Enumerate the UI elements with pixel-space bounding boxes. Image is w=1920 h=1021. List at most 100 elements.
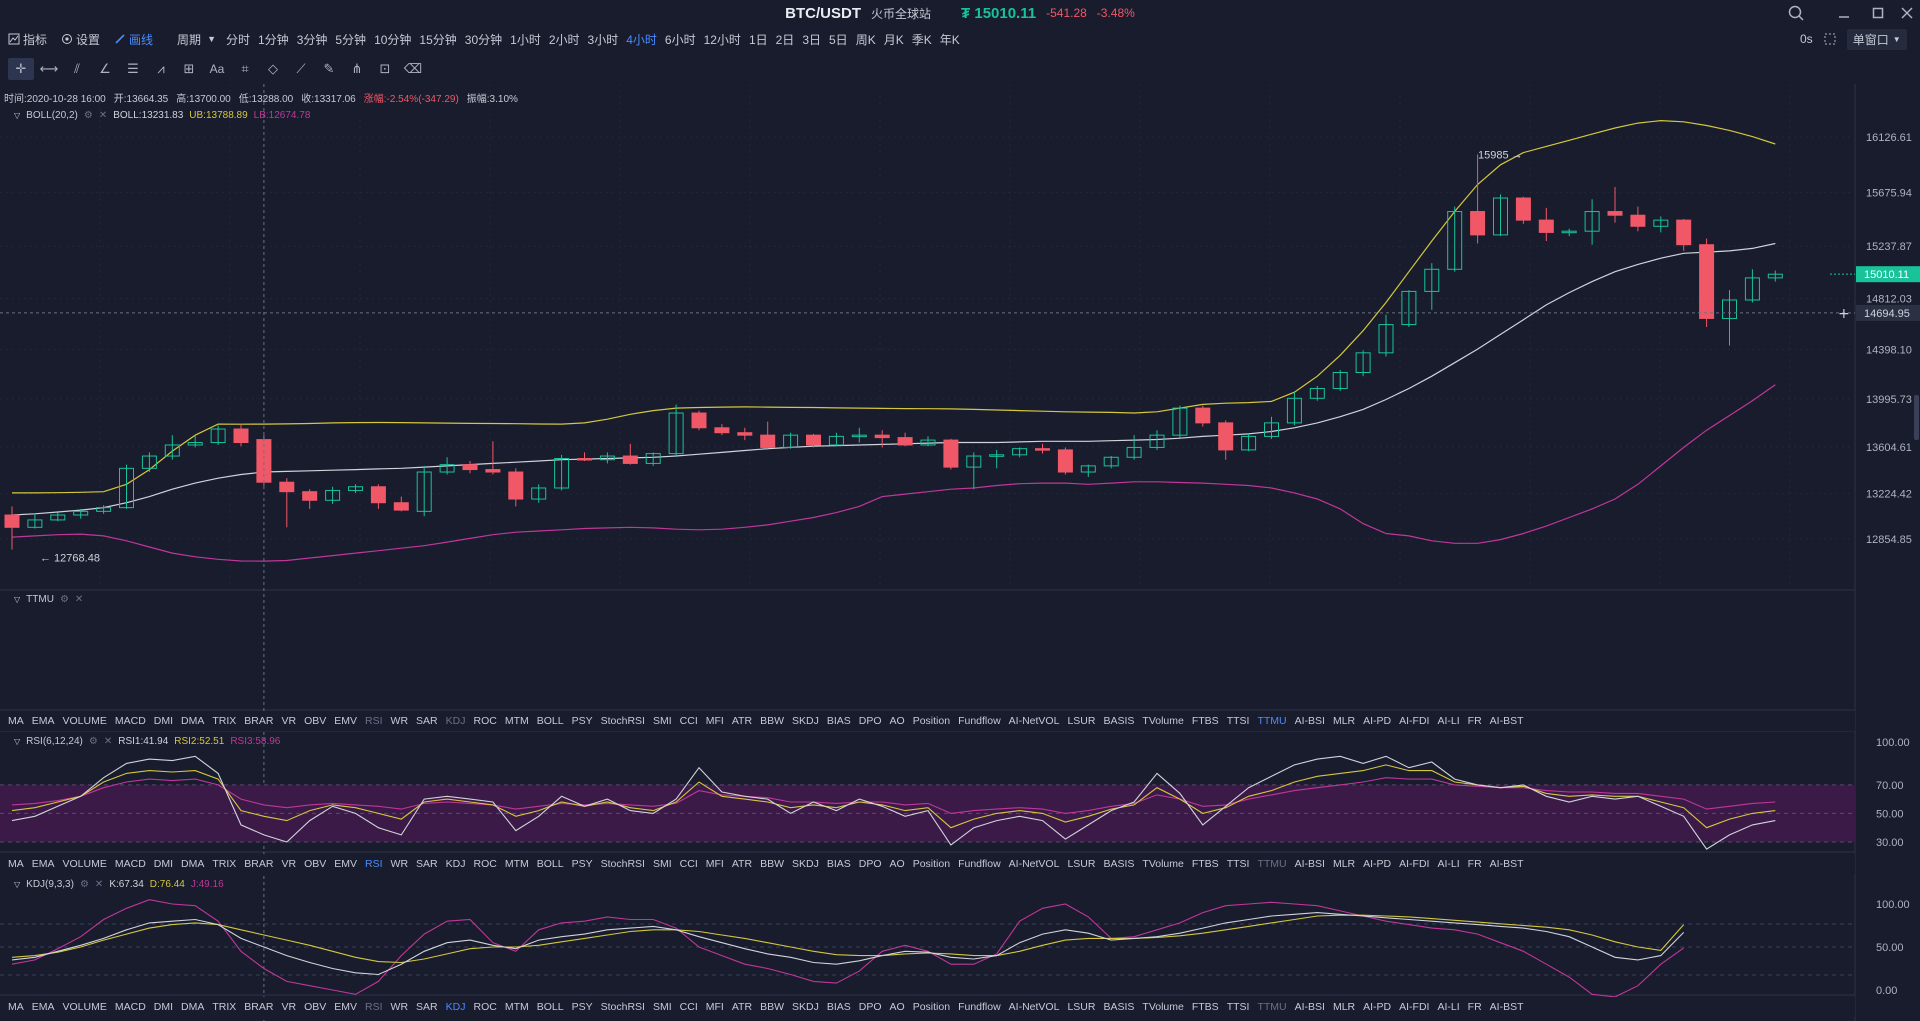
minimize-icon[interactable] [1833, 2, 1855, 24]
indicator-tab-vr[interactable]: VR [281, 858, 296, 870]
indicator-tab-ma[interactable]: MA [8, 858, 24, 870]
indicator-tab-macd[interactable]: MACD [115, 1001, 146, 1013]
indicator-tab-rsi[interactable]: RSI [365, 1001, 383, 1013]
indicator-tab-ftbs[interactable]: FTBS [1192, 858, 1219, 870]
indicator-tab-rsi[interactable]: RSI [365, 715, 383, 727]
lock-icon[interactable]: ⊡ [372, 58, 398, 80]
indicator-tab-obv[interactable]: OBV [304, 715, 326, 727]
indicator-tab-fundflow[interactable]: Fundflow [958, 858, 1001, 870]
timeframe-3[interactable]: 5分钟 [335, 31, 366, 48]
brush-tool-icon[interactable]: ✎ [316, 58, 342, 80]
indicator-tab-skdj[interactable]: SKDJ [792, 858, 819, 870]
fibonacci-tool-icon[interactable]: ☰ [120, 58, 146, 80]
indicator-tab-ttsi[interactable]: TTSI [1227, 715, 1250, 727]
timeframe-8[interactable]: 2小时 [549, 31, 580, 48]
timeframe-14[interactable]: 2日 [776, 31, 795, 48]
draw-button[interactable]: 画线 [114, 31, 153, 48]
indicator-tab-stochrsi[interactable]: StochRSI [601, 1001, 645, 1013]
ttmu-name[interactable]: TTMU [26, 594, 54, 605]
indicator-tab-ai-bsi[interactable]: AI-BSI [1295, 1001, 1325, 1013]
indicator-tab-ai-bsi[interactable]: AI-BSI [1295, 858, 1325, 870]
indicator-tab-smi[interactable]: SMI [653, 715, 672, 727]
indicator-tab-atr[interactable]: ATR [732, 858, 752, 870]
angle-tool-icon[interactable]: ∠ [92, 58, 118, 80]
indicator-tab-bbw[interactable]: BBW [760, 1001, 784, 1013]
timeframe-16[interactable]: 5日 [829, 31, 848, 48]
indicator-tab-ma[interactable]: MA [8, 715, 24, 727]
indicator-tab-bbw[interactable]: BBW [760, 858, 784, 870]
indicator-tab-psy[interactable]: PSY [572, 715, 593, 727]
indicator-tab-brar[interactable]: BRAR [244, 1001, 273, 1013]
window-mode-dropdown[interactable]: 单窗口 ▼ [1846, 28, 1907, 50]
indicator-tab-lsur[interactable]: LSUR [1067, 858, 1095, 870]
indicator-tab-wr[interactable]: WR [391, 1001, 409, 1013]
indicator-tab-emv[interactable]: EMV [334, 858, 357, 870]
timeframe-7[interactable]: 1小时 [510, 31, 541, 48]
indicator-tab-cci[interactable]: CCI [680, 1001, 698, 1013]
indicator-tab-basis[interactable]: BASIS [1103, 1001, 1134, 1013]
indicator-tab-brar[interactable]: BRAR [244, 858, 273, 870]
indicator-tab-smi[interactable]: SMI [653, 858, 672, 870]
indicator-tab-fundflow[interactable]: Fundflow [958, 1001, 1001, 1013]
indicator-tab-tvolume[interactable]: TVolume [1142, 1001, 1183, 1013]
timeframe-1[interactable]: 1分钟 [258, 31, 289, 48]
timeframe-20[interactable]: 年K [940, 31, 960, 48]
indicators-button[interactable]: 指标 [8, 31, 47, 48]
indicator-tab-trix[interactable]: TRIX [212, 1001, 236, 1013]
indicator-tab-ai-bst[interactable]: AI-BST [1490, 715, 1524, 727]
indicator-tab-macd[interactable]: MACD [115, 715, 146, 727]
indicator-tab-tvolume[interactable]: TVolume [1142, 858, 1183, 870]
indicator-tab-roc[interactable]: ROC [473, 715, 496, 727]
indicator-tab-bias[interactable]: BIAS [827, 715, 851, 727]
indicator-tab-fr[interactable]: FR [1468, 715, 1482, 727]
settings-small-icon[interactable]: ⚙ [84, 110, 93, 121]
settings-small-icon[interactable]: ⚙ [80, 879, 89, 890]
indicator-tab-vr[interactable]: VR [281, 1001, 296, 1013]
indicator-tab-dma[interactable]: DMA [181, 715, 204, 727]
chart-canvas[interactable]: 16126.61 15675.94 15237.87 14812.03 14398.10… [0, 84, 1920, 1021]
trend-tool-icon[interactable]: ⩘ [148, 58, 174, 80]
collapse-icon[interactable]: ▽ [14, 737, 20, 746]
indicator-tab-dmi[interactable]: DMI [154, 858, 173, 870]
indicator-tab-sar[interactable]: SAR [416, 715, 438, 727]
timeframe-15[interactable]: 3日 [802, 31, 821, 48]
indicator-tab-ai-pd[interactable]: AI-PD [1363, 858, 1391, 870]
timeframe-2[interactable]: 3分钟 [297, 31, 328, 48]
settings-small-icon[interactable]: ⚙ [60, 594, 69, 605]
indicator-tab-trix[interactable]: TRIX [212, 858, 236, 870]
timeframe-9[interactable]: 3小时 [588, 31, 619, 48]
indicator-tab-atr[interactable]: ATR [732, 1001, 752, 1013]
indicator-tab-ai-li[interactable]: AI-LI [1437, 858, 1459, 870]
indicator-tab-ftbs[interactable]: FTBS [1192, 1001, 1219, 1013]
indicator-tab-stochrsi[interactable]: StochRSI [601, 858, 645, 870]
indicator-tab-dma[interactable]: DMA [181, 858, 204, 870]
indicator-tab-ttsi[interactable]: TTSI [1227, 858, 1250, 870]
timeframe-17[interactable]: 周K [856, 31, 876, 48]
indicator-tab-ai-netvol[interactable]: AI-NetVOL [1009, 715, 1060, 727]
trash-icon[interactable]: ⌫ [400, 58, 426, 80]
horizontal-line-tool-icon[interactable]: ⟷ [36, 58, 62, 80]
timeframe-10[interactable]: 4小时 [626, 31, 657, 48]
indicator-tab-ttmu[interactable]: TTMU [1257, 715, 1286, 727]
indicator-tab-ttmu[interactable]: TTMU [1257, 858, 1286, 870]
indicator-tab-trix[interactable]: TRIX [212, 715, 236, 727]
indicator-tab-mtm[interactable]: MTM [505, 1001, 529, 1013]
indicator-tab-fr[interactable]: FR [1468, 858, 1482, 870]
indicator-tab-basis[interactable]: BASIS [1103, 715, 1134, 727]
indicator-tab-skdj[interactable]: SKDJ [792, 1001, 819, 1013]
indicator-tab-rsi[interactable]: RSI [365, 858, 383, 870]
text-tool-icon[interactable]: Aa [204, 58, 230, 80]
indicator-tab-mfi[interactable]: MFI [706, 858, 724, 870]
indicator-tab-obv[interactable]: OBV [304, 1001, 326, 1013]
indicator-tab-position[interactable]: Position [913, 715, 950, 727]
indicator-tab-atr[interactable]: ATR [732, 715, 752, 727]
indicator-tab-ai-bst[interactable]: AI-BST [1490, 858, 1524, 870]
indicator-tab-skdj[interactable]: SKDJ [792, 715, 819, 727]
indicator-tab-cci[interactable]: CCI [680, 715, 698, 727]
indicator-tab-roc[interactable]: ROC [473, 858, 496, 870]
ruler-tool-icon[interactable]: ⟋ [288, 58, 314, 80]
settings-button[interactable]: 设置 [61, 31, 100, 48]
indicator-tab-mlr[interactable]: MLR [1333, 858, 1355, 870]
close-icon[interactable] [1896, 2, 1918, 24]
indicator-tab-dma[interactable]: DMA [181, 1001, 204, 1013]
